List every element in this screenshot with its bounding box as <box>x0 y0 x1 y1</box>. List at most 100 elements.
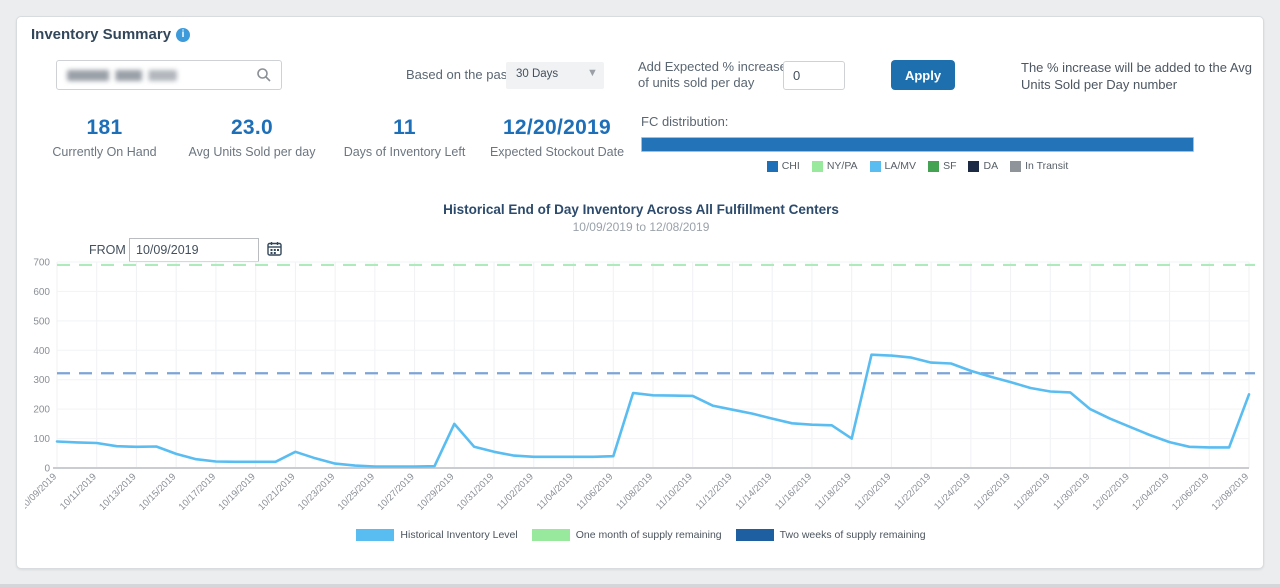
legend-label: LA/MV <box>885 160 917 172</box>
svg-text:10/21/2019: 10/21/2019 <box>256 471 297 512</box>
stat-label: Avg Units Sold per day <box>172 145 332 159</box>
svg-text:11/16/2019: 11/16/2019 <box>773 471 814 512</box>
legend-swatch <box>968 161 979 172</box>
legend-swatch <box>356 529 394 541</box>
svg-text:11/08/2019: 11/08/2019 <box>614 471 655 512</box>
info-icon[interactable]: i <box>176 28 190 42</box>
period-label: Based on the past <box>406 67 511 82</box>
legend-swatch <box>1010 161 1021 172</box>
increase-note-line2: Units Sold per Day number <box>1021 77 1177 92</box>
increase-input[interactable] <box>783 61 845 90</box>
fc-bar-segment-chi <box>642 138 1193 151</box>
page-title-text: Inventory Summary <box>31 26 171 43</box>
svg-text:10/27/2019: 10/27/2019 <box>375 471 416 512</box>
legend-swatch <box>532 529 570 541</box>
svg-text:12/06/2019: 12/06/2019 <box>1170 471 1211 512</box>
legend-swatch <box>928 161 939 172</box>
svg-text:10/13/2019: 10/13/2019 <box>97 471 138 512</box>
svg-text:200: 200 <box>33 405 50 416</box>
stat-days-of-inventory: 11 Days of Inventory Left <box>332 116 477 159</box>
legend-label: DA <box>983 160 998 172</box>
stat-expected-stockout: 12/20/2019 Expected Stockout Date <box>477 116 637 159</box>
fc-legend-item: In Transit <box>1010 160 1068 172</box>
fc-distribution-legend: CHI NY/PA LA/MV SF DA In Transit <box>641 160 1194 172</box>
inventory-line-chart: 010020030040050060070010/09/201910/11/20… <box>25 253 1257 525</box>
stat-value: 23.0 <box>172 116 332 140</box>
search-input-blurred-value <box>67 70 177 81</box>
svg-text:10/19/2019: 10/19/2019 <box>216 471 257 512</box>
svg-text:11/10/2019: 11/10/2019 <box>654 471 695 512</box>
svg-text:11/02/2019: 11/02/2019 <box>495 471 536 512</box>
svg-text:11/26/2019: 11/26/2019 <box>972 471 1013 512</box>
increase-note: The % increase will be added to the Avg … <box>1021 59 1271 93</box>
svg-text:11/04/2019: 11/04/2019 <box>535 471 576 512</box>
svg-text:10/25/2019: 10/25/2019 <box>336 471 377 512</box>
svg-text:12/02/2019: 12/02/2019 <box>1091 471 1132 512</box>
search-icon[interactable] <box>256 67 272 88</box>
fc-distribution-bar <box>641 137 1194 152</box>
fc-legend-item: CHI <box>767 160 800 172</box>
svg-text:11/06/2019: 11/06/2019 <box>574 471 615 512</box>
svg-text:11/12/2019: 11/12/2019 <box>694 471 735 512</box>
legend-swatch <box>767 161 778 172</box>
fc-legend-item: NY/PA <box>812 160 858 172</box>
svg-text:10/31/2019: 10/31/2019 <box>455 471 496 512</box>
period-dropdown[interactable]: 30 Days <box>506 62 604 89</box>
svg-text:300: 300 <box>33 375 50 386</box>
svg-text:11/20/2019: 11/20/2019 <box>853 471 894 512</box>
legend-label: Two weeks of supply remaining <box>780 529 926 541</box>
legend-label: Historical Inventory Level <box>400 529 517 541</box>
legend-label: In Transit <box>1025 160 1068 172</box>
increase-label: Add Expected % increase of units sold pe… <box>638 59 787 91</box>
fc-legend-item: SF <box>928 160 956 172</box>
legend-swatch <box>736 529 774 541</box>
legend-swatch <box>870 161 881 172</box>
svg-text:12/04/2019: 12/04/2019 <box>1130 471 1171 512</box>
stat-currently-on-hand: 181 Currently On Hand <box>37 116 172 159</box>
stat-value: 11 <box>332 116 477 140</box>
svg-text:10/09/2019: 10/09/2019 <box>25 471 59 512</box>
svg-text:11/28/2019: 11/28/2019 <box>1012 471 1053 512</box>
svg-text:11/18/2019: 11/18/2019 <box>813 471 854 512</box>
inventory-summary-card: Inventory Summary i Based on the past 30 … <box>16 16 1264 569</box>
legend-label: One month of supply remaining <box>576 529 722 541</box>
svg-text:10/11/2019: 10/11/2019 <box>58 471 99 512</box>
legend-label: CHI <box>782 160 800 172</box>
chart-legend-item: One month of supply remaining <box>532 529 722 541</box>
fc-distribution-label: FC distribution: <box>641 114 728 129</box>
increase-note-line1: The % increase will be added to the Avg <box>1021 60 1252 75</box>
chart-canvas: 010020030040050060070010/09/201910/11/20… <box>25 253 1257 525</box>
increase-label-line2: of units sold per day <box>638 75 754 90</box>
svg-text:11/30/2019: 11/30/2019 <box>1051 471 1092 512</box>
chart-legend: Historical Inventory Level One month of … <box>17 529 1265 541</box>
chart-title: Historical End of Day Inventory Across A… <box>17 202 1265 217</box>
svg-text:600: 600 <box>33 287 50 298</box>
svg-text:11/14/2019: 11/14/2019 <box>733 471 774 512</box>
search-input[interactable] <box>56 60 282 90</box>
chart-subtitle: 10/09/2019 to 12/08/2019 <box>17 220 1265 234</box>
page-title: Inventory Summary i <box>31 26 190 43</box>
svg-text:10/17/2019: 10/17/2019 <box>177 471 218 512</box>
svg-text:10/29/2019: 10/29/2019 <box>415 471 456 512</box>
apply-button[interactable]: Apply <box>891 60 955 90</box>
chart-legend-item: Historical Inventory Level <box>356 529 517 541</box>
stat-avg-units-sold: 23.0 Avg Units Sold per day <box>172 116 332 159</box>
svg-text:10/15/2019: 10/15/2019 <box>137 471 178 512</box>
stat-label: Currently On Hand <box>37 145 172 159</box>
svg-text:10/23/2019: 10/23/2019 <box>296 471 337 512</box>
fc-legend-item: LA/MV <box>870 160 917 172</box>
svg-text:11/24/2019: 11/24/2019 <box>932 471 973 512</box>
svg-text:400: 400 <box>33 346 50 357</box>
svg-text:700: 700 <box>33 258 50 269</box>
svg-text:500: 500 <box>33 316 50 327</box>
stats-row: 181 Currently On Hand 23.0 Avg Units Sol… <box>37 116 637 159</box>
increase-label-line1: Add Expected % increase <box>638 59 787 74</box>
svg-text:12/08/2019: 12/08/2019 <box>1210 471 1251 512</box>
chart-legend-item: Two weeks of supply remaining <box>736 529 926 541</box>
svg-text:11/22/2019: 11/22/2019 <box>892 471 933 512</box>
svg-text:100: 100 <box>33 434 50 445</box>
legend-label: SF <box>943 160 956 172</box>
stat-label: Expected Stockout Date <box>477 145 637 159</box>
legend-label: NY/PA <box>827 160 858 172</box>
fc-legend-item: DA <box>968 160 998 172</box>
